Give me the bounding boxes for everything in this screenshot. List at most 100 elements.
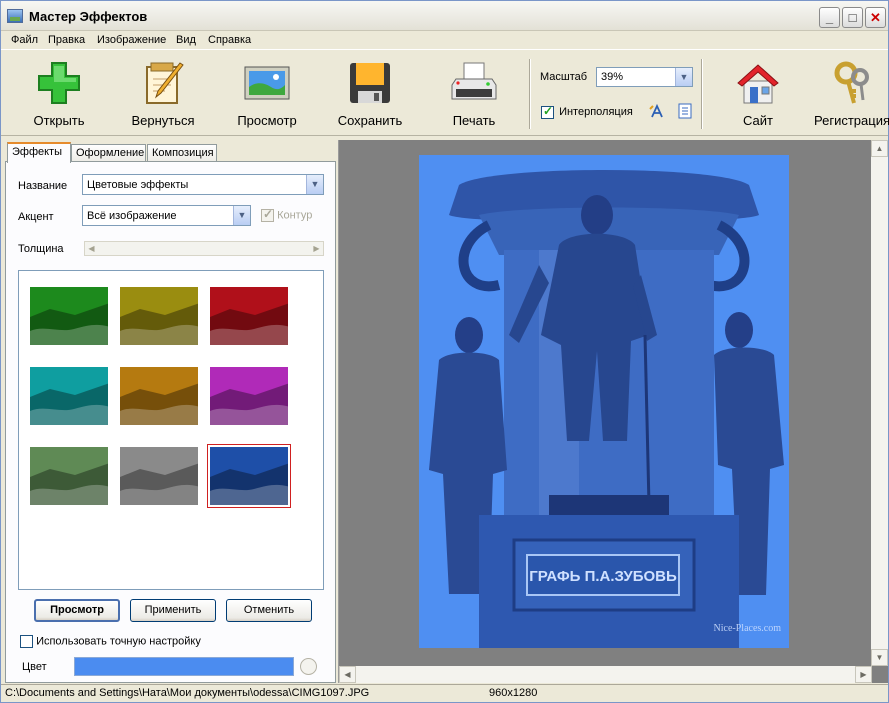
- chevron-down-icon[interactable]: ▼: [233, 206, 250, 225]
- menu-bar: Файл Правка Изображение Вид Справка: [1, 31, 888, 50]
- effect-thumb-magenta[interactable]: [209, 366, 289, 426]
- menu-edit[interactable]: Правка: [48, 34, 85, 46]
- vertical-scrollbar[interactable]: ▲ ▼: [871, 140, 888, 666]
- contour-option: Контур: [261, 207, 313, 222]
- accent-label: Акцент: [18, 211, 54, 223]
- plaque-text: ГРАФЬ П.А.ЗУБОВЬ: [529, 568, 677, 585]
- window-title: Мастер Эффектов: [29, 9, 148, 24]
- back-button[interactable]: Вернуться: [123, 59, 203, 128]
- menu-help[interactable]: Справка: [208, 34, 251, 46]
- register-button[interactable]: Регистрация: [807, 59, 889, 128]
- zoom-value: 39%: [601, 71, 624, 83]
- close-button[interactable]: ✕: [865, 7, 886, 28]
- horizontal-scrollbar[interactable]: ◀ ▶: [339, 666, 872, 683]
- scroll-up-icon[interactable]: ▲: [871, 140, 888, 157]
- thumb-image: [30, 287, 108, 345]
- print-button[interactable]: Печать: [443, 59, 505, 128]
- apply-button[interactable]: Применить: [130, 599, 216, 622]
- interpolation-option[interactable]: Интерполяция: [541, 104, 633, 119]
- tab-strip: Эффекты Оформление Композиция: [5, 142, 336, 163]
- effect-thumb-yellow[interactable]: [119, 286, 199, 346]
- interpolation-label: Интерполяция: [559, 106, 633, 119]
- preview-button[interactable]: Просмотр: [231, 59, 303, 128]
- maximize-button[interactable]: □: [842, 7, 863, 28]
- effect-thumb-orange[interactable]: [119, 366, 199, 426]
- thumb-image: [210, 287, 288, 345]
- open-button[interactable]: Открыть: [25, 59, 93, 128]
- site-button[interactable]: Сайт: [729, 59, 787, 128]
- tab-composition[interactable]: Композиция: [147, 144, 217, 162]
- main-window: Мастер Эффектов _ □ ✕ Файл Правка Изобра…: [0, 0, 889, 703]
- thumb-image: [120, 367, 198, 425]
- toolbar-separator: [529, 59, 531, 129]
- title-bar[interactable]: Мастер Эффектов _ □ ✕: [1, 1, 888, 31]
- contour-label: Контур: [277, 209, 313, 222]
- chevron-right-icon: ▶: [310, 242, 323, 255]
- document-icon[interactable]: [677, 103, 693, 119]
- color-label: Цвет: [22, 661, 47, 673]
- effect-thumb-red[interactable]: [209, 286, 289, 346]
- home-icon: [734, 59, 782, 107]
- toolbar-separator: [701, 59, 703, 129]
- menu-file[interactable]: Файл: [11, 34, 38, 46]
- status-image-size: 960x1280: [489, 687, 538, 699]
- watermark-text: Nice-Places.com: [714, 623, 782, 634]
- fine-tune-label: Использовать точную настройку: [36, 635, 201, 648]
- monument-image: ГРАФЬ П.А.ЗУБОВЬ Nice-Places.com: [419, 155, 789, 648]
- menu-view[interactable]: Вид: [176, 34, 196, 46]
- toolbar: Открыть Вернуться Просмотр Сохранить Печ…: [1, 51, 889, 136]
- effect-thumb-blue[interactable]: [207, 444, 291, 508]
- chevron-down-icon[interactable]: ▼: [675, 68, 692, 86]
- plus-icon: [35, 59, 83, 107]
- minimize-button[interactable]: _: [819, 7, 840, 28]
- chevron-down-icon[interactable]: ▼: [306, 175, 323, 194]
- effect-name-select[interactable]: Цветовые эффекты ▼: [82, 174, 324, 195]
- thickness-slider: ◀ ▶: [84, 241, 324, 256]
- fine-tune-checkbox[interactable]: [20, 635, 33, 648]
- effects-tab-page: Название Цветовые эффекты ▼ Акцент Всё и…: [5, 161, 336, 683]
- app-icon: [7, 9, 23, 23]
- accent-value: Всё изображение: [87, 210, 177, 222]
- color-picker-icon[interactable]: [300, 658, 317, 675]
- preview-photo: ГРАФЬ П.А.ЗУБОВЬ Nice-Places.com: [419, 155, 789, 648]
- picture-icon: [243, 59, 291, 107]
- tab-effects[interactable]: Эффекты: [7, 142, 71, 163]
- fine-tune-option[interactable]: Использовать точную настройку: [20, 635, 201, 648]
- tab-design[interactable]: Оформление: [71, 144, 146, 162]
- thickness-label: Толщина: [18, 243, 64, 255]
- chevron-left-icon: ◀: [85, 242, 98, 255]
- zoom-select[interactable]: 39% ▼: [596, 67, 693, 87]
- scroll-left-icon[interactable]: ◀: [339, 666, 356, 683]
- menu-image[interactable]: Изображение: [97, 34, 166, 46]
- interpolation-checkbox[interactable]: [541, 104, 554, 119]
- thumb-image: [120, 287, 198, 345]
- effect-thumb-gray[interactable]: [119, 446, 199, 506]
- print-label: Печать: [452, 113, 496, 128]
- cancel-button[interactable]: Отменить: [226, 599, 312, 622]
- notepad-pencil-icon: [139, 59, 187, 107]
- image-preview-area: ГРАФЬ П.А.ЗУБОВЬ Nice-Places.com ▲ ▼ ◀ ▶: [338, 140, 888, 683]
- text-tool-icon[interactable]: [649, 103, 665, 119]
- thumb-image: [30, 367, 108, 425]
- accent-select[interactable]: Всё изображение ▼: [82, 205, 251, 226]
- effect-gallery: [18, 270, 324, 590]
- thumb-image: [210, 447, 288, 505]
- printer-icon: [450, 59, 498, 107]
- color-swatch[interactable]: [74, 657, 294, 676]
- effect-thumb-olive[interactable]: [29, 446, 109, 506]
- thumb-image: [120, 447, 198, 505]
- preview-effect-button[interactable]: Просмотр: [34, 599, 120, 622]
- effect-thumb-cyan[interactable]: [29, 366, 109, 426]
- name-label: Название: [18, 180, 68, 192]
- save-button[interactable]: Сохранить: [333, 59, 407, 128]
- site-label: Сайт: [743, 113, 773, 128]
- status-bar: C:\Documents and Settings\Ната\Мои докум…: [1, 684, 888, 702]
- contour-checkbox: [261, 207, 274, 222]
- thumb-image: [30, 447, 108, 505]
- keys-icon: [828, 59, 876, 107]
- effect-name-value: Цветовые эффекты: [87, 179, 189, 191]
- scroll-right-icon[interactable]: ▶: [855, 666, 872, 683]
- scroll-down-icon[interactable]: ▼: [871, 649, 888, 666]
- save-label: Сохранить: [337, 113, 403, 128]
- effect-thumb-green[interactable]: [29, 286, 109, 346]
